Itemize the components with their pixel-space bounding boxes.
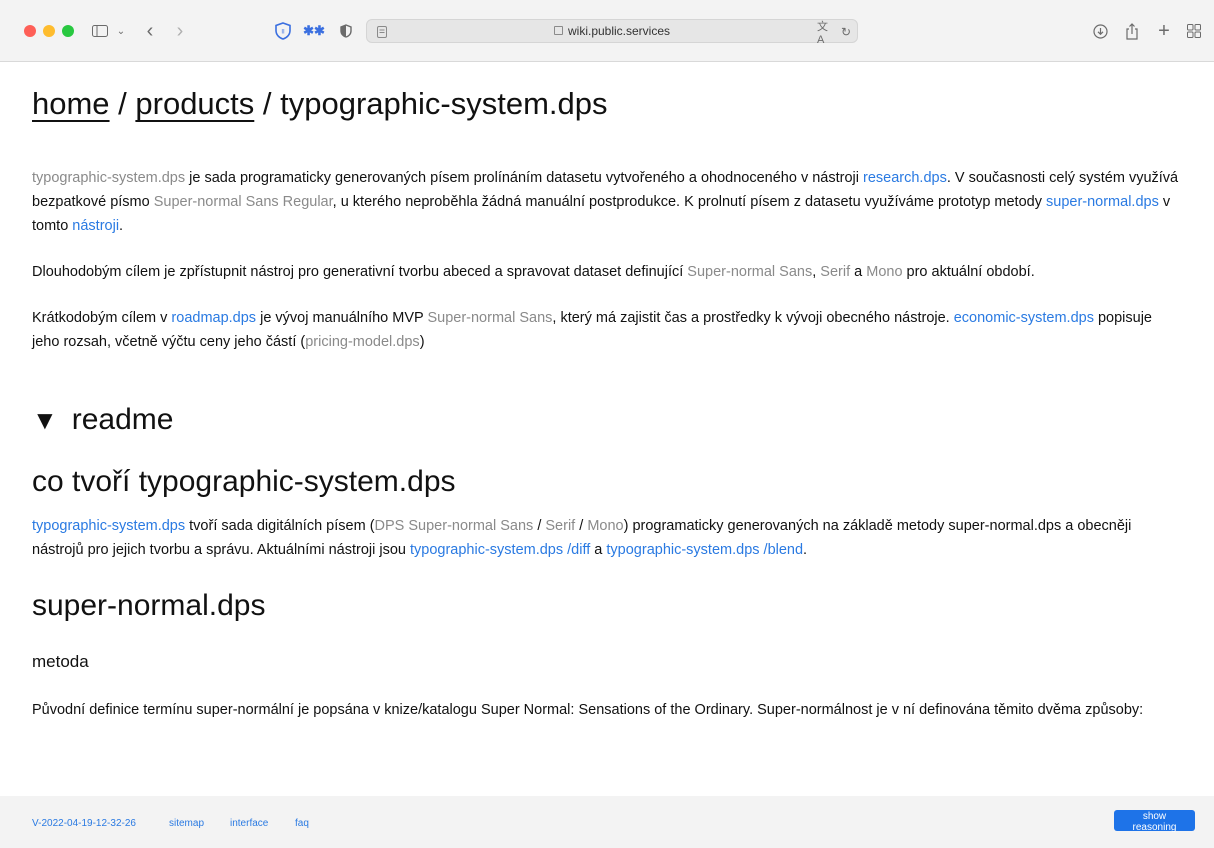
inline-link[interactable]: pricing-model.dps	[305, 334, 419, 350]
inline-link[interactable]: nástroji	[72, 218, 119, 234]
extension-stars-icon[interactable]: ✱✱	[302, 20, 326, 42]
text-run: , u kterého neproběhla žádná manuální po…	[332, 194, 1046, 210]
breadcrumb-current: typographic-system.dps	[280, 86, 608, 121]
interface-link[interactable]: interface	[230, 818, 268, 829]
reload-icon[interactable]: ↻	[839, 21, 853, 43]
minimize-window-button[interactable]	[43, 25, 55, 37]
text-run: pro aktuální období.	[902, 264, 1035, 280]
inline-link[interactable]: Super-normal Sans Regular	[154, 194, 333, 210]
text-run: /	[533, 518, 546, 534]
inline-link[interactable]: Serif	[545, 518, 575, 534]
inline-link[interactable]: typographic-system.dps /diff	[410, 542, 590, 558]
back-icon[interactable]: ‹	[140, 20, 160, 42]
text-run: , který má zajistit čas a prostředky k v…	[552, 310, 954, 326]
lock-icon	[553, 26, 563, 35]
sitemap-link[interactable]: sitemap	[169, 818, 204, 829]
version-link[interactable]: V-2022-04-19-12-32-26	[32, 818, 136, 829]
breadcrumb-home-link[interactable]: home	[32, 86, 110, 121]
sidebar-toggle-icon[interactable]	[90, 20, 110, 42]
inline-link[interactable]: super-normal.dps	[1046, 194, 1159, 210]
inline-link[interactable]: roadmap.dps	[171, 310, 256, 326]
browser-toolbar: ⌄ ‹ › II ✱✱ wiki.public.services 文A ↻ +	[0, 0, 1214, 62]
inline-link[interactable]: research.dps	[863, 170, 947, 186]
intro-paragraph-1: typographic-system.dps je sada programat…	[32, 166, 1182, 238]
svg-text:II: II	[281, 30, 285, 36]
breadcrumb-separator: /	[109, 86, 136, 121]
breadcrumb: home / products / typographic-system.dps	[32, 84, 1182, 124]
inline-link[interactable]: typographic-system.dps	[32, 518, 185, 534]
translate-icon[interactable]: 文A	[817, 21, 835, 46]
tab-overview-icon[interactable]	[1184, 20, 1204, 42]
readme-label: readme	[71, 403, 174, 436]
address-bar[interactable]: wiki.public.services 文A ↻	[366, 19, 858, 46]
text-run: .	[119, 218, 124, 234]
section-heading-co-tvori: co tvoří typographic-system.dps	[32, 465, 456, 498]
inline-link[interactable]: Serif	[820, 264, 850, 280]
inline-link[interactable]: DPS Super-normal Sans	[375, 518, 534, 534]
inline-link[interactable]: typographic-system.dps /blend	[606, 542, 803, 558]
text-run: Dlouhodobým cílem je zpřístupnit nástroj…	[32, 264, 688, 280]
section-heading-super-normal: super-normal.dps	[32, 589, 266, 622]
breadcrumb-separator: /	[254, 86, 281, 121]
inline-link[interactable]: Super-normal Sans	[687, 264, 812, 280]
chevron-down-icon[interactable]: ⌄	[114, 20, 128, 42]
forward-icon[interactable]: ›	[170, 20, 190, 42]
shield-extension-icon[interactable]: II	[272, 20, 294, 42]
text-run: )	[419, 334, 425, 350]
share-icon[interactable]	[1122, 20, 1142, 42]
readme-toggle[interactable]: ▼ readme	[32, 402, 1182, 438]
text-run: a	[850, 264, 867, 280]
text-run: je sada programaticky generovaných písem…	[185, 170, 863, 186]
close-window-button[interactable]	[24, 25, 36, 37]
footer-bar: V-2022-04-19-12-32-26 sitemap interface …	[0, 796, 1214, 848]
new-tab-icon[interactable]: +	[1154, 20, 1174, 42]
text-run: /	[575, 518, 588, 534]
inline-link[interactable]: Mono	[866, 264, 902, 280]
text-run: tvoří sada digitálních písem (	[185, 518, 375, 534]
intro-paragraph-2: Dlouhodobým cílem je zpřístupnit nástroj…	[32, 260, 1182, 284]
inline-link[interactable]: economic-system.dps	[954, 310, 1094, 326]
faq-link[interactable]: faq	[295, 818, 309, 829]
download-icon[interactable]	[1090, 20, 1110, 42]
breadcrumb-products-link[interactable]: products	[135, 86, 254, 121]
text-run: je vývoj manuálního MVP	[256, 310, 428, 326]
disclosure-triangle-icon: ▼	[32, 405, 58, 435]
subheading-metoda: metoda	[32, 652, 89, 671]
text-run: Krátkodobým cílem v	[32, 310, 172, 326]
page-content: home / products / typographic-system.dps…	[32, 62, 1182, 722]
section1-paragraph: typographic-system.dps tvoří sada digitá…	[32, 514, 1182, 562]
inline-link[interactable]: Mono	[587, 518, 623, 534]
zoom-window-button[interactable]	[62, 25, 74, 37]
show-reasoning-button[interactable]: show reasoning	[1114, 810, 1195, 833]
inline-link[interactable]: Super-normal Sans	[427, 310, 552, 326]
inline-link[interactable]: typographic-system.dps	[32, 170, 185, 186]
text-run: a	[590, 542, 607, 558]
section2-paragraph: Původní definice termínu super-normální …	[32, 702, 1144, 718]
intro-paragraph-3: Krátkodobým cílem v roadmap.dps je vývoj…	[32, 306, 1182, 354]
url-text: wiki.public.services	[567, 24, 671, 38]
privacy-shield-icon[interactable]	[336, 20, 356, 42]
text-run: .	[803, 542, 808, 558]
